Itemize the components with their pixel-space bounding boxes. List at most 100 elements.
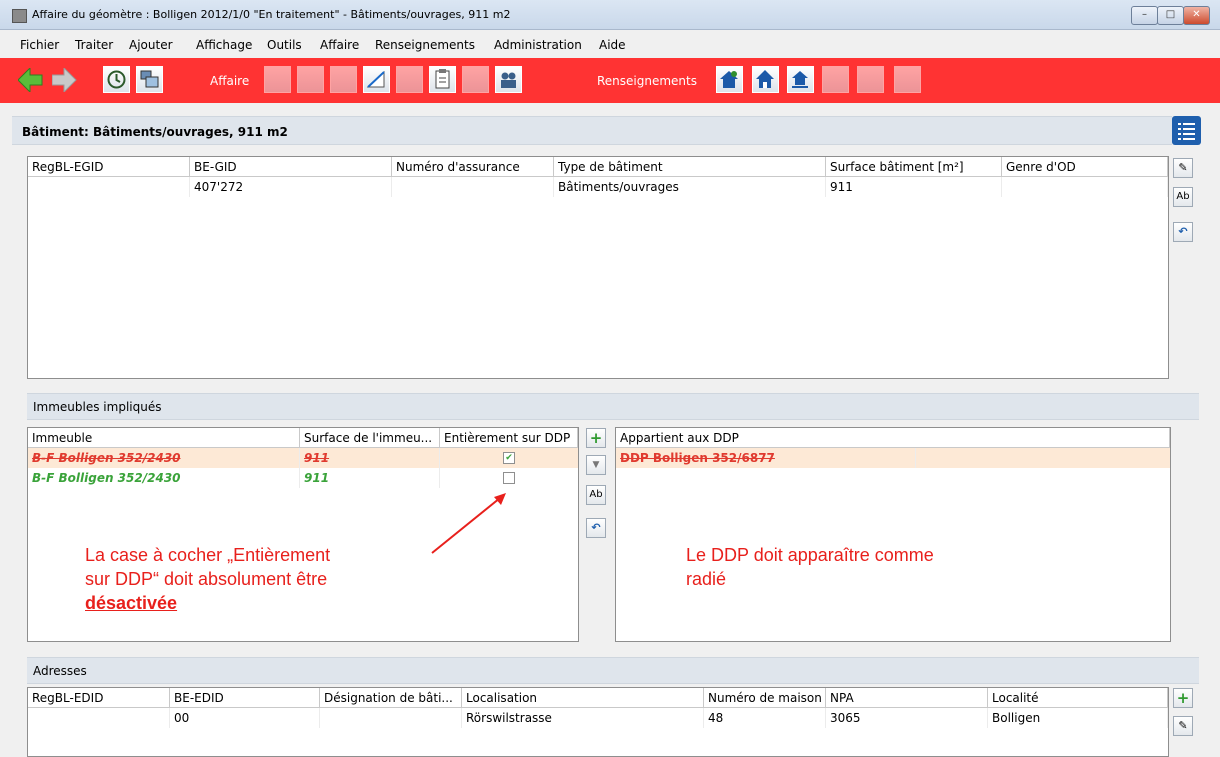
immeubles-title: Immeubles impliqués (33, 400, 162, 414)
edit-icon[interactable]: ✎ (1173, 716, 1193, 736)
table-row[interactable]: 00 Rörswilstrasse 48 3065 Bolligen (28, 708, 1168, 728)
maximize-button[interactable]: □ (1157, 6, 1184, 25)
column-header[interactable]: BE-GID (190, 157, 392, 177)
move-down-icon[interactable]: ▼ (586, 455, 606, 475)
column-header[interactable]: Surface de l'immeu... (300, 428, 440, 448)
cell (320, 708, 462, 728)
history-icon[interactable] (103, 66, 130, 93)
cell: 911 (826, 177, 1002, 197)
cell: Rörswilstrasse (462, 708, 704, 728)
back-arrow-icon[interactable] (18, 68, 44, 92)
cell (28, 177, 190, 197)
menu-aide[interactable]: Aide (599, 38, 626, 52)
column-header[interactable]: BE-EDID (170, 688, 320, 708)
toolbar: Affaire Renseignements (0, 58, 1220, 103)
windows-icon[interactable] (136, 66, 163, 93)
cell: 911 (300, 468, 440, 488)
entierement-checkbox[interactable] (503, 472, 515, 484)
column-header[interactable]: Appartient aux DDP (616, 428, 1170, 448)
minimize-button[interactable]: – (1131, 6, 1158, 25)
balance-icon[interactable] (822, 66, 849, 93)
cell: B-F Bolligen 352/2430 (28, 468, 300, 488)
column-header[interactable]: Numéro de maison (704, 688, 826, 708)
building-search-icon[interactable] (716, 66, 743, 93)
undo-icon[interactable]: ↶ (586, 518, 606, 538)
table-row[interactable]: DDP Bolligen 352/6877 (616, 448, 1170, 468)
window-title: Affaire du géomètre : Bolligen 2012/1/0 … (32, 8, 511, 21)
close-button[interactable]: ✕ (1183, 6, 1210, 25)
batiment-title: Bâtiment: Bâtiments/ouvrages, 911 m2 (22, 125, 288, 139)
register-icon[interactable] (857, 66, 884, 93)
monitor-icon[interactable] (396, 66, 423, 93)
batiment-section-header: Bâtiment: Bâtiments/ouvrages, 911 m2 (12, 116, 1172, 145)
menu-traiter[interactable]: Traiter (75, 38, 113, 52)
annotation-text: La case à cocher „Entièrement (85, 545, 331, 565)
house-icon[interactable] (752, 66, 779, 93)
document-search-icon[interactable] (462, 66, 489, 93)
batiment-table: RegBL-EGID BE-GID Numéro d'assurance Typ… (27, 156, 1169, 379)
renseignements-label: Renseignements (597, 74, 697, 88)
annotation-arrow-icon (431, 493, 506, 554)
undo-icon[interactable]: ↶ (1173, 222, 1193, 242)
column-header[interactable]: NPA (826, 688, 988, 708)
app-icon (12, 9, 27, 23)
menu-renseignements[interactable]: Renseignements (375, 38, 475, 52)
entierement-checkbox[interactable]: ✔ (503, 452, 515, 464)
rename-icon[interactable]: Ab (1173, 187, 1193, 207)
menu-affichage[interactable]: Affichage (196, 38, 252, 52)
column-header[interactable]: Type de bâtiment (554, 157, 826, 177)
menu-affaire[interactable]: Affaire (320, 38, 359, 52)
affaire-edit-icon[interactable] (297, 66, 324, 93)
annotation-emphasis: désactivée (85, 593, 178, 613)
column-header[interactable]: Désignation de bâti... (320, 688, 462, 708)
annotation-text: sur DDP“ doit absolument être (85, 569, 328, 589)
table-row[interactable]: B-F Bolligen 352/2430 911 ✔ (28, 448, 578, 468)
column-header[interactable]: Immeuble (28, 428, 300, 448)
rename-icon[interactable]: Ab (586, 485, 606, 505)
house-underline-icon[interactable] (787, 66, 814, 93)
cell: Bolligen (988, 708, 1168, 728)
cell: DDP Bolligen 352/6877 (616, 448, 916, 468)
column-header[interactable]: RegBL-EGID (28, 157, 190, 177)
column-header[interactable]: Localisation (462, 688, 704, 708)
institution-icon[interactable] (894, 66, 921, 93)
cell (392, 177, 554, 197)
cell (28, 708, 170, 728)
cell (1002, 177, 1168, 197)
menu-fichier[interactable]: Fichier (20, 38, 59, 52)
cell: 407'272 (190, 177, 392, 197)
add-icon[interactable]: + (586, 428, 606, 448)
cell: 00 (170, 708, 320, 728)
clipboard-icon[interactable] (429, 66, 456, 93)
cell: 911 (300, 448, 440, 468)
persons-icon[interactable] (495, 66, 522, 93)
column-header[interactable]: Surface bâtiment [m²] (826, 157, 1002, 177)
cell: 3065 (826, 708, 988, 728)
cell: 48 (704, 708, 826, 728)
adresses-title: Adresses (33, 664, 87, 678)
measure-icon[interactable] (363, 66, 390, 93)
annotation-text: Le DDP doit apparaître comme (686, 545, 934, 565)
title-bar: Affaire du géomètre : Bolligen 2012/1/0 … (0, 0, 1220, 30)
adresses-section-header: Adresses (27, 657, 1199, 684)
cell: Bâtiments/ouvrages (554, 177, 826, 197)
affaire-label: Affaire (210, 74, 250, 88)
cell: B-F Bolligen 352/2430 (28, 448, 300, 468)
column-header[interactable]: Localité (988, 688, 1168, 708)
ddp-table: Appartient aux DDP DDP Bolligen 352/6877… (615, 427, 1171, 642)
table-row[interactable]: 407'272 Bâtiments/ouvrages 911 (28, 177, 1168, 197)
column-header[interactable]: Genre d'OD (1002, 157, 1168, 177)
menu-bar: Fichier Traiter Ajouter Affichage Outils… (0, 30, 1220, 58)
affaire-validate-icon[interactable] (330, 66, 357, 93)
menu-ajouter[interactable]: Ajouter (129, 38, 173, 52)
affaire-history-icon[interactable] (264, 66, 291, 93)
column-header[interactable]: RegBL-EDID (28, 688, 170, 708)
forward-arrow-icon[interactable] (52, 68, 78, 92)
menu-outils[interactable]: Outils (267, 38, 302, 52)
add-icon[interactable]: + (1173, 688, 1193, 708)
column-header[interactable]: Entièrement sur DDP (440, 428, 578, 448)
menu-administration[interactable]: Administration (494, 38, 582, 52)
edit-icon[interactable]: ✎ (1173, 158, 1193, 178)
column-header[interactable]: Numéro d'assurance (392, 157, 554, 177)
list-view-icon[interactable] (1172, 116, 1201, 145)
